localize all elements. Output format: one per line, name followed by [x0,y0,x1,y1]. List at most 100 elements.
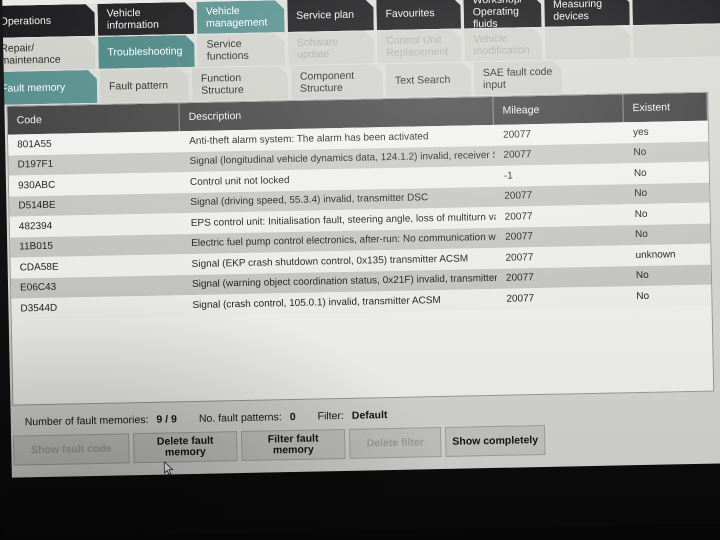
tab-workshop-operating-fluids[interactable]: Workshop/ Operating fluids [463,0,541,28]
tab-label: Fault pattern [108,78,169,93]
cell-mileage: 20077 [503,149,532,161]
cell-description: EPS control unit: Initialisation fault, … [190,211,496,229]
column-header-existent[interactable]: Existent [623,92,708,123]
tab-label: Troubleshooting [107,45,183,59]
cell-existent: No [635,270,649,282]
cell-code: D514BE [18,199,56,212]
cell-existent: yes [632,126,649,138]
cell-mileage: 20077 [504,190,533,202]
tab-label: Service plan [296,8,355,22]
tab-label: Workshop/ Operating fluids [472,5,520,29]
column-header-mileage[interactable]: Mileage [493,94,624,125]
tab-function-structure[interactable]: Function Structure [192,66,289,101]
tab-label: Component Structure [299,69,355,95]
cell-existent: No [636,290,650,302]
tab-label: Repair/ maintenance [0,42,61,67]
cell-description: Signal (crash control, 105.0.1) invalid,… [192,294,441,311]
cell-existent: No [635,229,649,241]
fault-memory-count: Number of fault memories: 9 / 9 [25,413,177,428]
active-filter: Filter: Default [317,409,387,422]
tab-operations[interactable]: Operations [0,4,95,38]
tab-measuring-devices[interactable]: Measuring devices [544,0,630,27]
tab-label: Service functions [206,37,249,63]
cell-description: Signal (longitudinal vehicle dynamics da… [189,150,495,168]
fault-pattern-count-value: 0 [289,410,296,424]
cell-code: CDA58E [19,261,59,274]
cell-mileage: 20077 [505,251,534,264]
photographed-screen: VIN 2H46077 Vehicle MINI/F54/Clubman/ - … [0,0,720,540]
delete-filter-button: Delete filter [348,427,442,459]
cell-existent: No [633,167,647,179]
vin-label: VIN [0,0,16,2]
delete-fault-memory-button[interactable]: Delete fault memory [133,431,238,464]
tab-row2-empty-1[interactable] [544,26,630,60]
cell-code: D3544D [20,302,58,315]
tab-label: Text Search [394,73,451,87]
tab-service-functions[interactable]: Service functions [197,33,285,67]
tab-vehicle-modification: Vehicle modification [464,28,542,62]
tab-label: Vehicle information [106,6,159,32]
cell-mileage: 20077 [502,128,532,141]
tab-component-structure[interactable]: Component Structure [291,64,384,99]
tab-text-search[interactable]: Text Search [386,62,472,97]
cell-code: 801A55 [17,138,52,151]
cell-existent: No [634,208,648,220]
cell-code: E06C43 [19,281,57,294]
fault-pattern-count-label: No. fault patterns: [198,411,282,425]
cell-description: Control unit not locked [189,174,290,188]
fault-memory-table: Code Description Mileage Existent 801A55… [6,91,715,406]
tab-label: Software update [296,36,339,61]
cell-code: 930ABC [17,179,56,192]
ista-diagnostic-application: VIN 2H46077 Vehicle MINI/F54/Clubman/ - … [0,0,720,538]
tab-label: Operations [0,14,52,28]
cell-mileage: 20077 [505,272,534,284]
cell-code: 11B015 [19,241,54,253]
tab-label: SAE fault code input [482,65,553,91]
filter-fault-memory-button[interactable]: Filter fault memory [240,428,346,462]
column-header-code[interactable]: Code [7,103,180,135]
tab-label: Control Unit Replacement [385,33,449,60]
tab-label: Fault memory [0,81,66,95]
tab-label: Vehicle management [205,4,268,30]
tab-vehicle-management[interactable]: Vehicle management [197,0,285,34]
cell-mileage: 20077 [506,292,535,305]
cell-code: 482394 [18,220,53,233]
cell-description: Signal (EKP crash shutdown control, 0x13… [191,253,469,270]
vin-value: 2H46077 [22,0,66,1]
tab-control-unit-replacement: Control Unit Replacement [377,30,462,64]
screen-bezel-bottom [0,462,720,538]
cell-existent: unknown [635,249,676,261]
tab-label: Measuring devices [552,0,603,23]
tab-fault-pattern[interactable]: Fault pattern [100,68,190,103]
tab-service-plan[interactable]: Service plan [287,0,374,32]
tab-label: Function Structure [200,71,244,97]
cell-description: Signal (driving speed, 55.3.4) invalid, … [190,192,429,209]
tab-troubleshooting[interactable]: Troubleshooting [98,35,195,69]
tab-label: Favourites [385,7,435,21]
tab-vehicle-information[interactable]: Vehicle information [97,2,194,36]
table-body: 801A55 Anti-theft alarm system: The alar… [7,120,712,320]
tab-repair-maintenance[interactable]: Repair/ maintenance [0,37,96,71]
filter-label: Filter: [317,409,344,423]
tab-label: Vehicle modification [473,32,530,58]
tab-fault-memory[interactable]: Fault memory [0,70,97,105]
mouse-cursor-icon [163,461,174,475]
cell-existent: No [633,147,647,159]
cell-description: Anti-theft alarm system: The alarm has b… [189,130,429,147]
show-completely-button[interactable]: Show completely [444,424,546,457]
tab-favourites[interactable]: Favourites [376,0,461,30]
filter-value: Default [351,409,388,422]
cell-mileage: -1 [503,170,513,182]
tab-row2-empty-2[interactable] [633,24,720,58]
cell-mileage: 20077 [505,231,534,243]
fault-memory-count-value: 9 / 9 [156,413,178,426]
cell-description: Electric fuel pump control electronics, … [191,232,497,250]
cell-code: D197F1 [17,159,54,171]
fault-pattern-count: No. fault patterns: 0 [199,411,296,425]
tab-software-update: Software update [288,31,375,65]
tab-empty-right[interactable] [632,0,720,25]
fault-memory-count-label: Number of fault memories: [24,413,149,429]
cell-existent: No [634,188,648,200]
cell-description: Signal (warning object coordination stat… [191,273,498,291]
tab-sae-fault-code-input[interactable]: SAE fault code input [474,61,563,96]
